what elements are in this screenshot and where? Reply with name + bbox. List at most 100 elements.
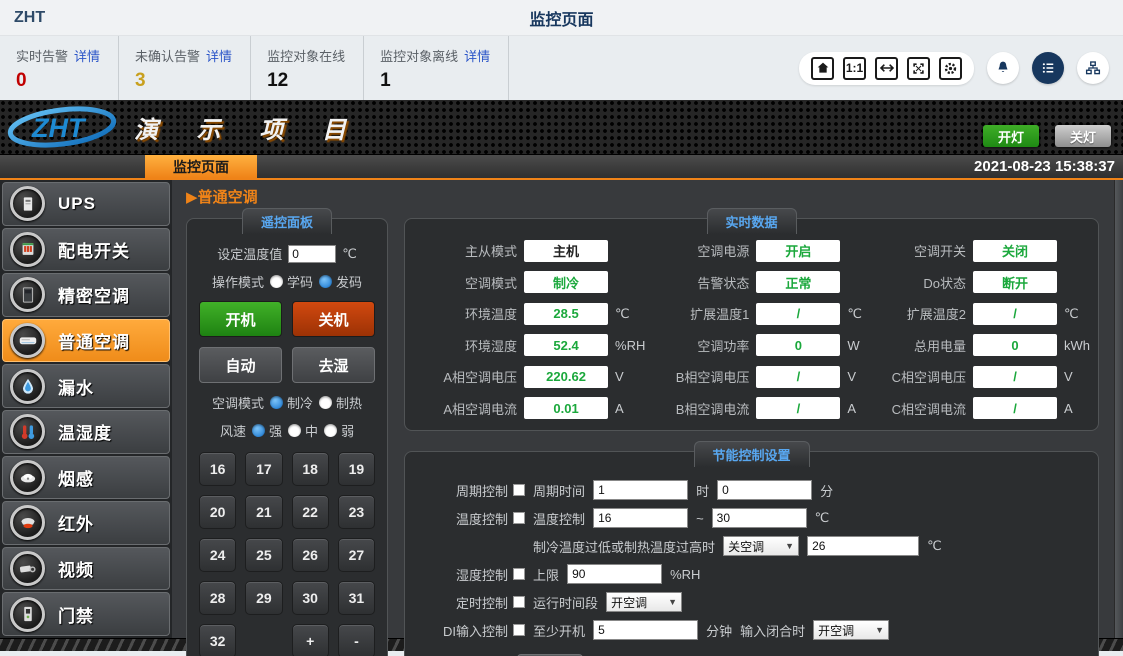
- radio-icon[interactable]: [270, 275, 283, 288]
- detail-link[interactable]: 详情: [206, 49, 232, 64]
- keypad-button[interactable]: 22: [292, 495, 329, 529]
- humidity-upper-input[interactable]: [567, 564, 662, 584]
- rt-value: 52.4: [524, 334, 608, 356]
- sidebar-item-water-leak[interactable]: 漏水: [2, 364, 170, 408]
- normal-ac-icon: [10, 323, 45, 358]
- radio-icon[interactable]: [319, 275, 332, 288]
- keypad-button[interactable]: 25: [245, 538, 282, 572]
- radio-icon[interactable]: [288, 424, 301, 437]
- temp-control-checkbox[interactable]: [513, 512, 525, 524]
- cycle-time-label: 周期时间: [533, 481, 585, 500]
- radio-icon[interactable]: [270, 396, 283, 409]
- sidebar-item-breaker[interactable]: 配电开关: [2, 228, 170, 272]
- detail-link[interactable]: 详情: [74, 49, 100, 64]
- rt-value: 正常: [756, 271, 840, 293]
- rt-label: 空调开关: [862, 241, 966, 260]
- radio-icon[interactable]: [319, 396, 332, 409]
- rt-label: 扩展温度2: [862, 304, 966, 323]
- rt-label: 空调模式: [413, 273, 517, 292]
- keypad-button[interactable]: 28: [199, 581, 236, 615]
- keypad-button[interactable]: 29: [245, 581, 282, 615]
- radio-heating[interactable]: 制热: [319, 393, 362, 412]
- set-temp-input[interactable]: [288, 245, 336, 263]
- temp-low-input[interactable]: [593, 508, 688, 528]
- sidebar-item-video[interactable]: 视频: [2, 547, 170, 591]
- radio-cooling[interactable]: 制冷: [270, 393, 313, 412]
- home-icon[interactable]: [811, 57, 834, 80]
- cycle-hour-input[interactable]: [593, 480, 688, 500]
- sidebar-item-normal-ac[interactable]: 普通空调: [2, 319, 170, 363]
- rt-label: 告警状态: [645, 273, 749, 292]
- radio-icon[interactable]: [324, 424, 337, 437]
- keypad-button[interactable]: 32: [199, 624, 236, 656]
- temp-high-input[interactable]: [712, 508, 807, 528]
- content-title: ▶普通空调: [186, 186, 1113, 204]
- radio-fan-weak[interactable]: 弱: [324, 421, 354, 440]
- sidebar-item-temp-humidity[interactable]: 温湿度: [2, 410, 170, 454]
- run-period-select[interactable]: 开空调▼: [606, 592, 682, 612]
- detail-link[interactable]: 详情: [464, 49, 490, 64]
- temp-action-select[interactable]: 关空调▼: [723, 536, 799, 556]
- light-on-button[interactable]: 开灯: [983, 125, 1039, 147]
- keypad-button[interactable]: 21: [245, 495, 282, 529]
- settings-icon[interactable]: [939, 57, 962, 80]
- one-to-one-icon[interactable]: 1:1: [843, 57, 866, 80]
- topology-icon[interactable]: [1077, 52, 1109, 84]
- keypad-button[interactable]: 20: [199, 495, 236, 529]
- tab-monitor-page[interactable]: 监控页面: [145, 155, 257, 178]
- radio-fan-strong[interactable]: 强: [252, 421, 282, 440]
- cycle-control-checkbox[interactable]: [513, 484, 525, 496]
- bell-icon[interactable]: [987, 52, 1019, 84]
- keypad-button[interactable]: 26: [292, 538, 329, 572]
- sidebar-item-door-access[interactable]: 门禁: [2, 592, 170, 636]
- radio-icon[interactable]: [252, 424, 265, 437]
- di-control-checkbox[interactable]: [513, 624, 525, 636]
- power-off-button[interactable]: 关机: [292, 301, 375, 337]
- radio-learn-code[interactable]: 学码: [270, 272, 313, 291]
- keypad-button[interactable]: 31: [338, 581, 375, 615]
- fit-width-icon[interactable]: [875, 57, 898, 80]
- timer-control-row: 定时控制 运行时间段 开空调▼: [425, 592, 1090, 612]
- stat-label: 监控对象离线: [380, 49, 458, 64]
- light-off-button[interactable]: 关灯: [1055, 125, 1111, 147]
- rt-value: 关闭: [973, 240, 1057, 262]
- keypad-button[interactable]: 19: [338, 452, 375, 486]
- keypad-button[interactable]: 17: [245, 452, 282, 486]
- scrollbar[interactable]: [1114, 180, 1123, 638]
- min-runtime-input[interactable]: [593, 620, 698, 640]
- temp-action-label: 制冷温度过低或制热温度过高时: [533, 537, 715, 556]
- temp-action-input[interactable]: [807, 536, 919, 556]
- keypad-button[interactable]: 23: [338, 495, 375, 529]
- list-icon[interactable]: [1032, 52, 1064, 84]
- power-on-button[interactable]: 开机: [199, 301, 282, 337]
- keypad-button[interactable]: 27: [338, 538, 375, 572]
- keypad-button[interactable]: 18: [292, 452, 329, 486]
- rt-value: /: [973, 397, 1057, 419]
- keypad-button[interactable]: 16: [199, 452, 236, 486]
- dehumidify-button[interactable]: 去湿: [292, 347, 375, 383]
- sidebar-item-ups[interactable]: UPS: [2, 182, 170, 226]
- sidebar-item-precision-ac[interactable]: 精密空调: [2, 273, 170, 317]
- timer-control-checkbox[interactable]: [513, 596, 525, 608]
- cycle-minute-input[interactable]: [717, 480, 812, 500]
- fullscreen-icon[interactable]: [907, 57, 930, 80]
- temp-control-label: 温度控制: [456, 509, 508, 528]
- humidity-control-checkbox[interactable]: [513, 568, 525, 580]
- auto-button[interactable]: 自动: [199, 347, 282, 383]
- radio-fan-medium[interactable]: 中: [288, 421, 318, 440]
- main-header: ZHT 演 示 项 目 开灯 关灯: [0, 100, 1123, 155]
- sidebar-item-smoke[interactable]: 烟感: [2, 456, 170, 500]
- keypad-button[interactable]: 24: [199, 538, 236, 572]
- sidebar-item-label: UPS: [58, 194, 96, 214]
- keypad-button[interactable]: 30: [292, 581, 329, 615]
- top-bar: ZHT 监控页面: [0, 0, 1123, 36]
- stat-value: 1: [380, 70, 490, 92]
- input-closed-select[interactable]: 开空调▼: [813, 620, 889, 640]
- sidebar-item-infrared[interactable]: 红外: [2, 501, 170, 545]
- realtime-column-c: 空调开关关闭 Do状态断开 扩展温度2/℃ 总用电量0kWh C相空调电压/V …: [862, 235, 1090, 424]
- rt-label: A相空调电压: [413, 367, 517, 386]
- brand-logo-text: ZHT: [14, 9, 45, 27]
- keypad-minus-button[interactable]: -: [338, 624, 375, 656]
- keypad-plus-button[interactable]: +: [292, 624, 329, 656]
- radio-send-code[interactable]: 发码: [319, 272, 362, 291]
